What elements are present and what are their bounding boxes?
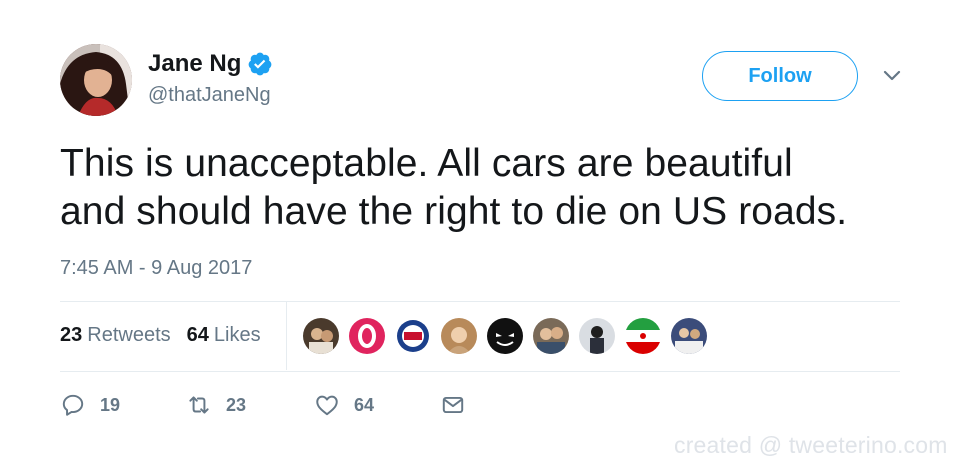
likes-stat[interactable]: 64 Likes [187,324,261,347]
reply-count: 19 [100,394,121,415]
liker-avatar[interactable] [625,318,661,354]
liker-avatars [303,318,717,354]
retweet-icon [189,396,209,414]
direct-message-button[interactable] [440,392,480,418]
retweets-label: Retweets [87,324,171,346]
watermark: created @ tweeterino.com [674,432,948,458]
like-button[interactable]: 64 [314,392,374,418]
heart-icon [316,395,338,416]
author-avatar[interactable] [60,44,132,116]
tweet-timestamp[interactable]: 7:45 AM - 9 Aug 2017 [60,257,252,280]
liker-avatar[interactable] [533,318,569,354]
retweet-count: 23 [226,394,247,415]
likes-count: 64 [186,324,209,346]
follow-button[interactable]: Follow [702,51,858,101]
liker-avatar[interactable] [579,318,615,354]
liker-avatar[interactable] [303,318,339,354]
author-name[interactable]: Jane Ng [148,50,241,78]
avatar-image [60,44,132,116]
divider [60,301,900,302]
liker-avatar[interactable] [395,318,431,354]
retweet-button[interactable]: 23 [186,392,246,418]
liker-avatar[interactable] [441,318,477,354]
reply-button[interactable]: 19 [60,392,120,418]
tweet-text-line: This is unacceptable. All cars are beaut… [60,142,793,185]
author-handle[interactable]: @thatJaneNg [148,84,271,107]
liker-avatar[interactable] [487,318,523,354]
verified-badge-icon [247,51,273,77]
engagement-stats: 23 Retweets 64 Likes [60,324,277,347]
envelope-icon [442,396,464,414]
retweets-count: 23 [60,324,83,346]
chevron-down-icon[interactable] [880,68,904,84]
tweet-text: This is unacceptable. All cars are beaut… [60,140,920,236]
likes-label: Likes [213,324,261,346]
stats-divider [286,302,287,370]
tweet-text-line: and should have the right to die on US r… [60,190,848,233]
author-name-row: Jane Ng [148,50,273,78]
liker-avatar[interactable] [349,318,385,354]
divider [60,371,900,372]
like-count: 64 [354,394,375,415]
retweets-stat[interactable]: 23 Retweets [60,324,171,347]
liker-avatar[interactable] [671,318,707,354]
reply-icon [62,394,84,416]
